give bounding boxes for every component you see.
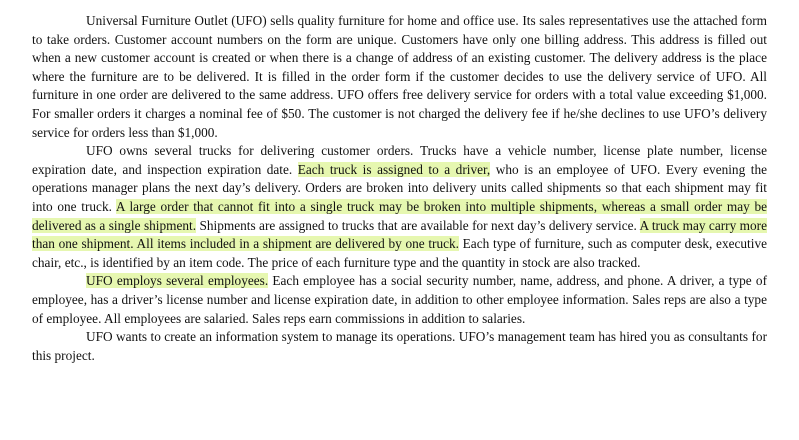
paragraph-employees: UFO employs several employees. Each empl… xyxy=(32,272,767,328)
text-segment: Universal Furniture Outlet (UFO) sells q… xyxy=(32,13,767,140)
paragraph-intro: Universal Furniture Outlet (UFO) sells q… xyxy=(32,12,767,142)
text-segment: Shipments are assigned to trucks that ar… xyxy=(196,217,640,233)
paragraph-trucks: UFO owns several trucks for delivering c… xyxy=(32,142,767,272)
paragraph-conclusion: UFO wants to create an information syste… xyxy=(32,328,767,365)
highlighted-text: Each truck is assigned to a driver, xyxy=(297,161,491,177)
text-segment: UFO wants to create an information syste… xyxy=(32,329,767,363)
document-body: Universal Furniture Outlet (UFO) sells q… xyxy=(32,12,767,365)
highlighted-text: UFO employs several employees. xyxy=(86,273,269,289)
